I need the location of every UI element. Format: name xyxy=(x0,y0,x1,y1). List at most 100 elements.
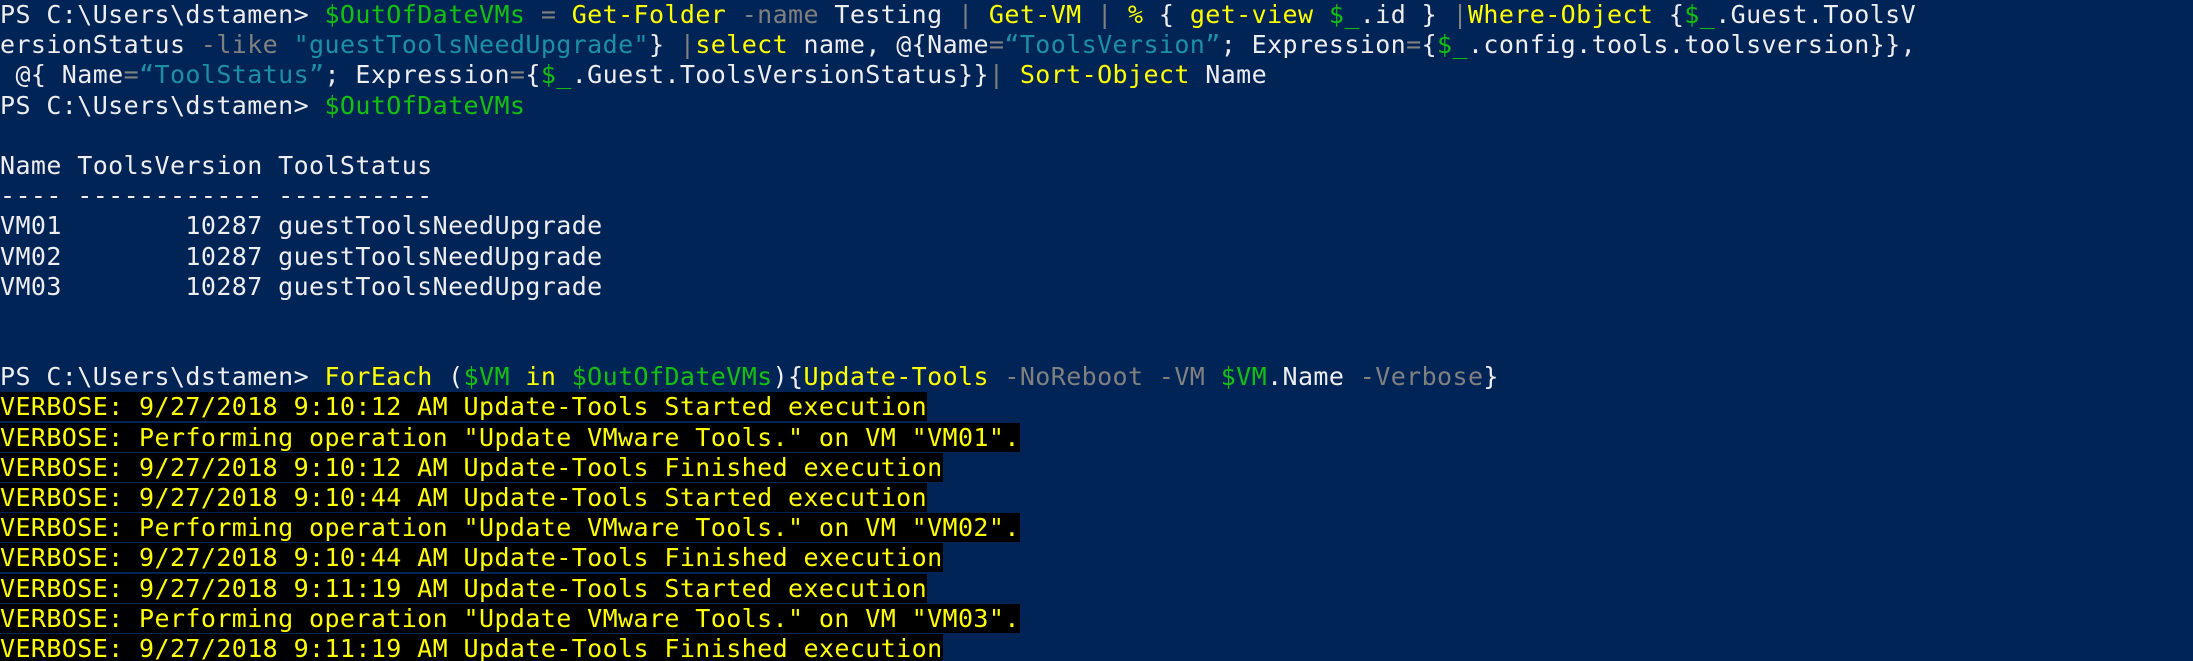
command-token: in xyxy=(525,362,557,392)
console-text: PS C:\Users\dstamen> xyxy=(0,362,325,392)
console-text: } xyxy=(648,30,680,60)
operator-token: | xyxy=(988,60,1005,90)
verbose-message: VERBOSE: 9/27/2018 9:10:12 AM Update-Too… xyxy=(0,392,928,422)
command-token: Get-Folder xyxy=(571,0,727,29)
verbose-line: VERBOSE: 9/27/2018 9:11:19 AM Update-Too… xyxy=(0,573,2193,604)
table-header: Name ToolsVersion ToolStatus xyxy=(0,151,2193,181)
verbose-line: VERBOSE: 9/27/2018 9:10:12 AM Update-Too… xyxy=(0,452,2193,483)
console-text: } xyxy=(1483,362,1499,392)
console-text: ; Expression xyxy=(1220,30,1407,60)
command-token: Sort-Object xyxy=(1019,60,1190,90)
operator-token: = xyxy=(540,0,557,29)
verbose-message: VERBOSE: 9/27/2018 9:11:19 AM Update-Too… xyxy=(0,573,928,603)
command-token: Get-VM xyxy=(988,0,1082,29)
verbose-message: VERBOSE: 9/27/2018 9:10:44 AM Update-Too… xyxy=(0,543,943,573)
console-text: .config.tools.toolsversion}}, xyxy=(1467,30,1917,60)
console-text: { xyxy=(1653,0,1685,29)
verbose-line: VERBOSE: Performing operation "Update VM… xyxy=(0,422,2193,453)
verbose-line: VERBOSE: 9/27/2018 9:10:44 AM Update-Too… xyxy=(0,483,2193,513)
powershell-console[interactable]: PS C:\Users\dstamen> $OutOfDateVMs = Get… xyxy=(0,0,2193,661)
parameter-token: -NoReboot xyxy=(1004,362,1144,392)
variable-token: $OutOfDateVMs xyxy=(324,0,526,29)
console-text: ; Expression xyxy=(324,60,510,90)
prompt-line-3: PS C:\Users\dstamen> ForEach ($VM in $Ou… xyxy=(0,362,2193,392)
prompt-line-1-cont-2: @{ Name=“ToolStatus”; Expression={$_.Gue… xyxy=(0,60,2193,90)
table-row: VM03 10287 guestToolsNeedUpgrade xyxy=(0,272,2193,302)
command-token: % xyxy=(1128,0,1144,29)
verbose-message: VERBOSE: 9/27/2018 9:10:12 AM Update-Too… xyxy=(0,452,943,482)
operator-token: = xyxy=(1406,30,1422,60)
console-text: .Guest.ToolsV xyxy=(1715,0,1917,29)
console-text: ( xyxy=(432,362,464,392)
variable-token: $_ xyxy=(540,60,572,90)
console-text: @{ Name xyxy=(0,60,124,90)
console-text: .Name xyxy=(1267,362,1360,392)
table-underline: ---- ------------ ---------- xyxy=(0,181,2193,211)
variable-token: $OutOfDateVMs xyxy=(324,90,526,120)
command-token: get-view xyxy=(1189,0,1314,29)
parameter-token: -VM xyxy=(1158,362,1206,392)
operator-token: | xyxy=(958,0,974,29)
console-text: Testing xyxy=(818,0,959,29)
parameter-token: -Verbose xyxy=(1359,362,1484,392)
verbose-line: VERBOSE: 9/27/2018 9:10:12 AM Update-Too… xyxy=(0,392,2193,422)
table-row: VM01 10287 guestToolsNeedUpgrade xyxy=(0,211,2193,241)
console-text: { xyxy=(525,60,541,90)
verbose-line: VERBOSE: 9/27/2018 9:11:19 AM Update-Too… xyxy=(0,633,2193,661)
verbose-message: VERBOSE: Performing operation "Update VM… xyxy=(0,513,1020,543)
parameter-token: -like xyxy=(200,30,279,60)
operator-token: | xyxy=(679,30,696,60)
console-text: .Guest.ToolsVersionStatus}} xyxy=(571,60,989,90)
verbose-message: VERBOSE: Performing operation "Update VM… xyxy=(0,603,1020,633)
operator-token: = xyxy=(509,60,526,90)
console-text: ){ xyxy=(772,362,804,392)
verbose-message: VERBOSE: 9/27/2018 9:11:19 AM Update-Too… xyxy=(0,633,943,661)
blank-line xyxy=(0,302,2193,332)
variable-token: $_ xyxy=(1328,0,1360,29)
operator-token: | xyxy=(1452,0,1468,29)
blank-line xyxy=(0,121,2193,151)
variable-token: $OutOfDateVMs xyxy=(571,362,773,392)
prompt-line-1: PS C:\Users\dstamen> $OutOfDateVMs = Get… xyxy=(0,0,2193,30)
operator-token: = xyxy=(988,30,1005,60)
operator-token: | xyxy=(1097,0,1113,29)
variable-token: $VM xyxy=(1220,362,1268,392)
parameter-token: -name xyxy=(741,0,819,29)
command-token: Update-Tools xyxy=(803,362,989,392)
variable-token: $VM xyxy=(463,362,510,392)
console-text: Name ToolsVersion ToolStatus xyxy=(0,150,433,180)
console-text: { xyxy=(1421,30,1438,60)
verbose-message: VERBOSE: 9/27/2018 9:10:44 AM Update-Too… xyxy=(0,483,928,512)
verbose-message: VERBOSE: Performing operation "Update VM… xyxy=(0,422,1020,452)
console-text: .id } xyxy=(1359,0,1453,29)
console-text: VM01 10287 guestToolsNeedUpgrade xyxy=(0,211,603,241)
variable-token: $_ xyxy=(1437,30,1468,60)
string-token: “ToolsVersion” xyxy=(1004,30,1221,60)
console-text: PS C:\Users\dstamen> xyxy=(0,0,325,29)
command-token: select xyxy=(695,30,789,60)
console-text: { xyxy=(1143,0,1190,29)
blank-line xyxy=(0,332,2193,362)
operator-token: = xyxy=(123,60,140,90)
console-text: ---- ------------ ---------- xyxy=(0,181,433,211)
variable-token: $_ xyxy=(1684,0,1716,29)
verbose-line: VERBOSE: Performing operation "Update VM… xyxy=(0,513,2193,543)
table-row: VM02 10287 guestToolsNeedUpgrade xyxy=(0,242,2193,272)
string-token: "guestToolsNeedUpgrade" xyxy=(293,30,649,60)
console-text: name, @{Name xyxy=(788,30,989,60)
console-text: PS C:\Users\dstamen> xyxy=(0,90,325,120)
prompt-line-2: PS C:\Users\dstamen> $OutOfDateVMs xyxy=(0,91,2193,121)
